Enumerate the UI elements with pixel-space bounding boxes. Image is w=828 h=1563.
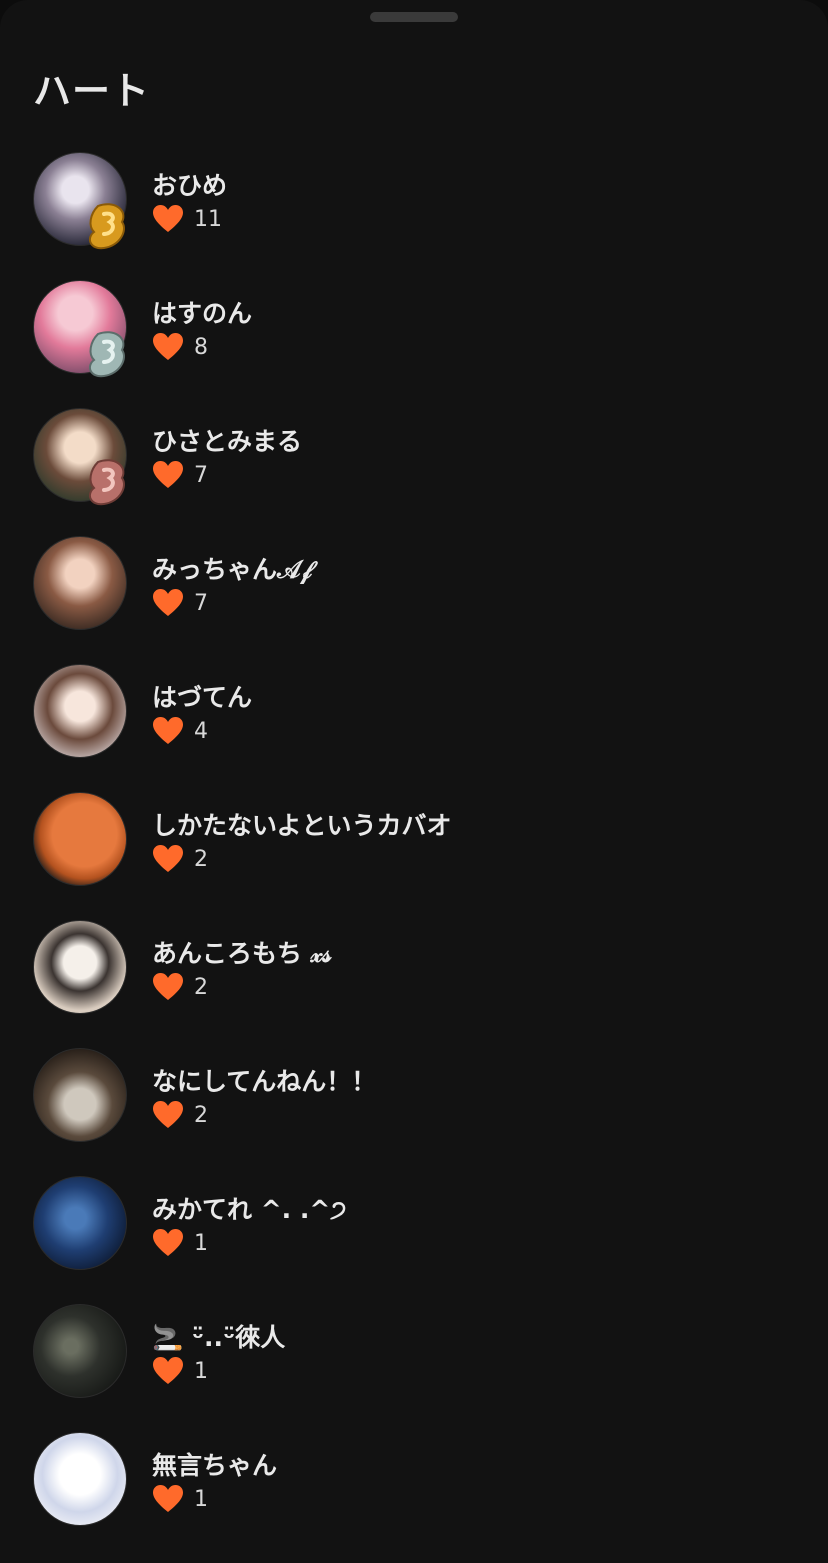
user-name: ひさとみまる xyxy=(152,427,303,456)
heart-count: 2 xyxy=(152,844,208,874)
count-value: 2 xyxy=(194,974,208,1000)
count-value: 1 xyxy=(194,1358,208,1384)
avatar[interactable] xyxy=(33,1304,127,1398)
user-name: おひめ xyxy=(152,171,228,200)
heart-icon xyxy=(153,333,183,360)
count-value: 1 xyxy=(194,1230,208,1256)
avatar[interactable] xyxy=(33,1432,127,1526)
list-item[interactable]: なにしてんねん！！ 2 xyxy=(0,1046,828,1174)
bronze-rank-badge-icon xyxy=(88,459,125,506)
heart-count: 2 xyxy=(152,1100,208,1130)
count-value: 11 xyxy=(194,206,222,232)
list-item[interactable]: 🚬 ᵕ̈..ᵕ̈徠人 1 xyxy=(0,1302,828,1430)
heart-count: 8 xyxy=(152,332,208,362)
gold-rank-badge-icon xyxy=(88,203,125,250)
count-value: 2 xyxy=(194,1102,208,1128)
user-name: なにしてんねん！！ xyxy=(152,1067,377,1096)
user-name: はづてん xyxy=(152,683,253,712)
heart-count: 11 xyxy=(152,204,222,234)
heart-icon xyxy=(153,1229,183,1256)
heart-icon xyxy=(153,717,183,744)
heart-icon xyxy=(153,845,183,872)
count-value: 7 xyxy=(194,462,208,488)
hearts-list: おひめ 11 はすのん 8 ひさとみまる 7 みっちゃん𝒜𝒻 7 はづてん 4 … xyxy=(0,150,828,1558)
heart-count: 1 xyxy=(152,1484,208,1514)
user-name: 無言ちゃん xyxy=(152,1451,278,1480)
heart-icon xyxy=(153,589,183,616)
user-name: みっちゃん𝒜𝒻 xyxy=(152,555,312,584)
drag-handle[interactable] xyxy=(370,12,458,22)
list-item[interactable]: みっちゃん𝒜𝒻 7 xyxy=(0,534,828,662)
bottom-sheet: ハート おひめ 11 はすのん 8 ひさとみまる 7 みっちゃん𝒜𝒻 7 はづて… xyxy=(0,0,828,1563)
user-name: 🚬 ᵕ̈..ᵕ̈徠人 xyxy=(152,1323,286,1352)
heart-icon xyxy=(153,1485,183,1512)
count-value: 1 xyxy=(194,1486,208,1512)
list-item[interactable]: はづてん 4 xyxy=(0,662,828,790)
heart-count: 4 xyxy=(152,716,208,746)
avatar[interactable] xyxy=(33,1176,127,1270)
user-name: みかてれ ^. .^੭ xyxy=(152,1195,347,1224)
avatar[interactable] xyxy=(33,664,127,758)
count-value: 4 xyxy=(194,718,208,744)
count-value: 8 xyxy=(194,334,208,360)
list-item[interactable]: 無言ちゃん 1 xyxy=(0,1430,828,1558)
user-name: はすのん xyxy=(152,299,253,328)
list-item[interactable]: しかたないよというカバオ 2 xyxy=(0,790,828,918)
heart-icon xyxy=(153,973,183,1000)
user-name: しかたないよというカバオ xyxy=(152,811,452,840)
heart-count: 1 xyxy=(152,1356,208,1386)
list-item[interactable]: はすのん 8 xyxy=(0,278,828,406)
heart-count: 1 xyxy=(152,1228,208,1258)
avatar[interactable] xyxy=(33,920,127,1014)
avatar[interactable] xyxy=(33,536,127,630)
user-name: あんころもち 𝓍𝓈 xyxy=(152,939,332,968)
list-item[interactable]: おひめ 11 xyxy=(0,150,828,278)
heart-icon xyxy=(153,461,183,488)
count-value: 7 xyxy=(194,590,208,616)
heart-icon xyxy=(153,1101,183,1128)
heart-count: 2 xyxy=(152,972,208,1002)
heart-count: 7 xyxy=(152,588,208,618)
list-item[interactable]: あんころもち 𝓍𝓈 2 xyxy=(0,918,828,1046)
heart-icon xyxy=(153,1357,183,1384)
avatar[interactable] xyxy=(33,792,127,886)
list-item[interactable]: ひさとみまる 7 xyxy=(0,406,828,534)
count-value: 2 xyxy=(194,846,208,872)
page-title: ハート xyxy=(33,69,151,113)
silver-rank-badge-icon xyxy=(88,331,125,378)
heart-icon xyxy=(153,205,183,232)
list-item[interactable]: みかてれ ^. .^੭ 1 xyxy=(0,1174,828,1302)
heart-count: 7 xyxy=(152,460,208,490)
avatar[interactable] xyxy=(33,1048,127,1142)
